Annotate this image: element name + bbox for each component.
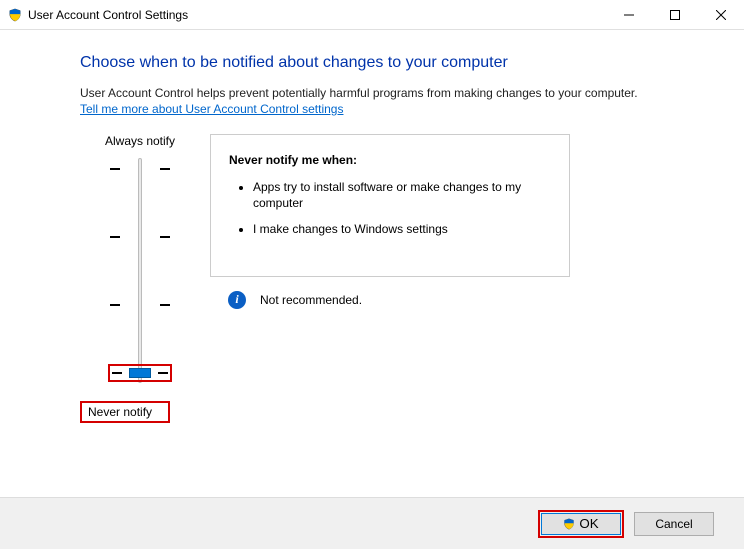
- info-heading: Never notify me when:: [229, 153, 551, 167]
- cancel-button[interactable]: Cancel: [634, 512, 714, 536]
- shield-icon: [563, 518, 575, 530]
- ok-button[interactable]: OK: [541, 513, 621, 535]
- info-column: Never notify me when: Apps try to instal…: [210, 134, 704, 309]
- close-button[interactable]: [698, 0, 744, 30]
- info-icon: i: [228, 291, 246, 309]
- slider-label-bottom-highlighted: Never notify: [80, 401, 170, 423]
- help-link[interactable]: Tell me more about User Account Control …: [80, 102, 343, 116]
- shield-icon: [8, 8, 22, 22]
- uac-slider[interactable]: [110, 158, 170, 383]
- cancel-button-label: Cancel: [655, 517, 692, 531]
- slider-tick: [110, 304, 170, 306]
- slider-track: [138, 158, 142, 383]
- ok-button-highlighted: OK: [538, 510, 624, 538]
- info-bullet: I make changes to Windows settings: [253, 221, 551, 237]
- info-bullet: Apps try to install software or make cha…: [253, 179, 551, 211]
- main-area: Always notify Never notify Never notify …: [80, 134, 704, 423]
- title-bar: User Account Control Settings: [0, 0, 744, 30]
- footer-bar: OK Cancel: [0, 497, 744, 549]
- recommendation-text: Not recommended.: [260, 293, 362, 307]
- slider-tick: [110, 236, 170, 238]
- page-heading: Choose when to be notified about changes…: [80, 54, 704, 72]
- slider-thumb-highlighted[interactable]: [108, 364, 172, 382]
- window-title: User Account Control Settings: [28, 8, 188, 22]
- maximize-button[interactable]: [652, 0, 698, 30]
- info-bullet-list: Apps try to install software or make cha…: [235, 179, 551, 238]
- page-description: User Account Control helps prevent poten…: [80, 86, 704, 100]
- slider-thumb[interactable]: [129, 368, 151, 378]
- slider-column: Always notify Never notify: [80, 134, 200, 423]
- content-area: Choose when to be notified about changes…: [0, 30, 744, 423]
- slider-label-bottom: Never notify: [88, 405, 152, 419]
- recommendation-row: i Not recommended.: [210, 277, 570, 309]
- slider-label-top: Always notify: [105, 134, 175, 148]
- info-panel: Never notify me when: Apps try to instal…: [210, 134, 570, 277]
- slider-tick: [110, 168, 170, 170]
- minimize-button[interactable]: [606, 0, 652, 30]
- ok-button-label: OK: [579, 516, 598, 531]
